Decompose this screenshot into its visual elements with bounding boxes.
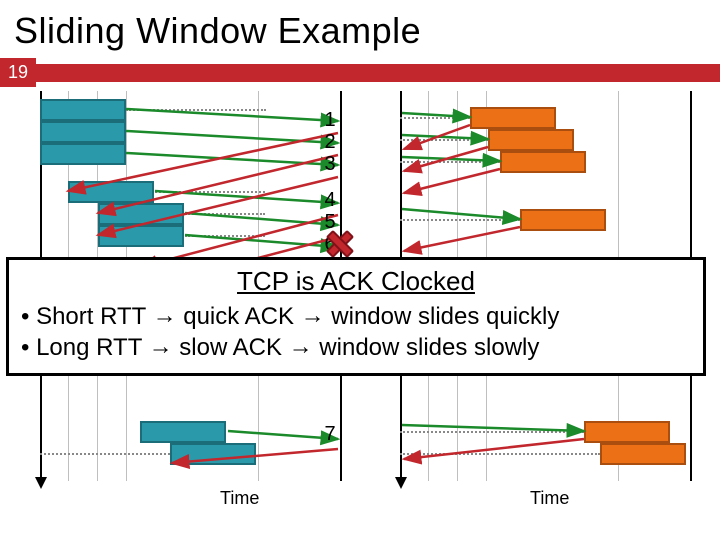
time-marker	[400, 453, 600, 455]
seq-label: 3	[320, 153, 340, 176]
time-axis-label-left: Time	[220, 488, 259, 509]
receiver-block	[520, 209, 606, 231]
diagram-stage: Time 1 2 3 4 5 6 7	[0, 87, 720, 517]
seq-label: 7	[320, 423, 340, 446]
time-marker	[400, 117, 470, 119]
accent-bar	[36, 64, 720, 82]
arrow-icon: →	[149, 331, 173, 362]
time-marker	[185, 235, 265, 237]
sender-block	[98, 225, 184, 247]
sender-block	[40, 99, 126, 121]
receiver-block	[500, 151, 586, 173]
time-marker	[400, 161, 500, 163]
callout-bullet-2: Long RTT → slow ACK → window slides slow…	[21, 332, 691, 363]
time-marker	[155, 191, 265, 193]
time-marker	[400, 219, 520, 221]
time-marker	[400, 139, 488, 141]
seq-label: 1	[320, 109, 340, 132]
slide-number-bar: 19	[0, 58, 720, 87]
arrow-icon: →	[153, 300, 177, 331]
sender-block	[140, 421, 226, 443]
slide-number: 19	[0, 58, 36, 87]
receiver-block	[470, 107, 556, 129]
callout-heading: TCP is ACK Clocked	[21, 266, 691, 297]
page-title: Sliding Window Example	[0, 0, 720, 58]
time-marker	[400, 431, 584, 433]
time-axis-label-right: Time	[530, 488, 569, 509]
time-marker	[185, 213, 265, 215]
sender-block	[40, 121, 126, 143]
time-marker	[40, 453, 170, 455]
arrow-icon: →	[289, 331, 313, 362]
sender-block	[170, 443, 256, 465]
packet-drop-icon	[326, 231, 348, 253]
time-arrowhead-right	[395, 477, 407, 489]
seq-label: 4	[320, 189, 340, 212]
receiver-block	[488, 129, 574, 151]
time-arrowhead-left	[35, 477, 47, 489]
sender-block	[98, 203, 184, 225]
callout-box: TCP is ACK Clocked Short RTT → quick ACK…	[6, 257, 706, 376]
sender-block	[68, 181, 154, 203]
callout-bullet-1: Short RTT → quick ACK → window slides qu…	[21, 301, 691, 332]
receiver-block	[600, 443, 686, 465]
receiver-block	[584, 421, 670, 443]
sender-block	[40, 143, 126, 165]
seq-label: 2	[320, 131, 340, 154]
time-marker	[126, 109, 266, 111]
arrow-icon: →	[301, 300, 325, 331]
